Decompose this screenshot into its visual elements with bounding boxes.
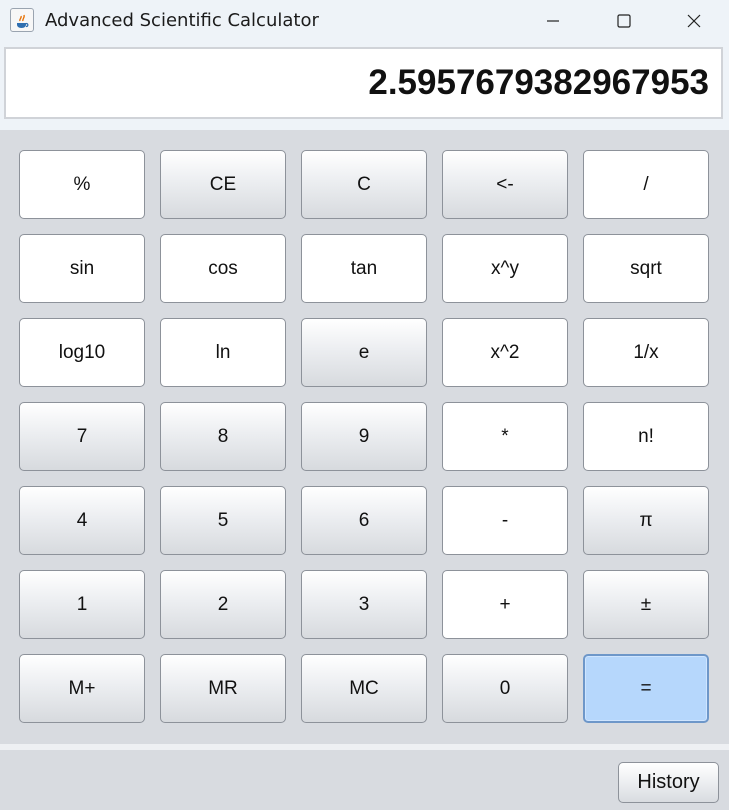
- display-value: 2.5957679382967953: [368, 63, 709, 102]
- memory-add-key[interactable]: M+: [19, 654, 145, 723]
- title-bar: Advanced Scientific Calculator: [0, 0, 729, 42]
- minimize-icon: [547, 20, 559, 22]
- digit-7-key[interactable]: 7: [19, 402, 145, 471]
- factorial-key[interactable]: n!: [583, 402, 709, 471]
- sin-key[interactable]: sin: [19, 234, 145, 303]
- digit-4-key[interactable]: 4: [19, 486, 145, 555]
- minimize-button[interactable]: [530, 0, 576, 42]
- history-button[interactable]: History: [618, 762, 719, 803]
- digit-8-key[interactable]: 8: [160, 402, 286, 471]
- maximize-icon: [617, 14, 631, 28]
- pi-key[interactable]: π: [583, 486, 709, 555]
- window-title: Advanced Scientific Calculator: [45, 10, 319, 31]
- divide-key[interactable]: /: [583, 150, 709, 219]
- multiply-key[interactable]: *: [442, 402, 568, 471]
- square-key[interactable]: x^2: [442, 318, 568, 387]
- footer-panel: History: [0, 750, 729, 810]
- equals-key[interactable]: =: [583, 654, 709, 723]
- log10-key[interactable]: log10: [19, 318, 145, 387]
- digit-1-key[interactable]: 1: [19, 570, 145, 639]
- digit-2-key[interactable]: 2: [160, 570, 286, 639]
- backspace-key[interactable]: <-: [442, 150, 568, 219]
- maximize-button[interactable]: [601, 0, 647, 42]
- cos-key[interactable]: cos: [160, 234, 286, 303]
- memory-clear-key[interactable]: MC: [301, 654, 427, 723]
- display-panel: 2.5957679382967953: [0, 42, 729, 130]
- clear-entry-key[interactable]: CE: [160, 150, 286, 219]
- add-key[interactable]: +: [442, 570, 568, 639]
- sqrt-key[interactable]: sqrt: [583, 234, 709, 303]
- reciprocal-key[interactable]: 1/x: [583, 318, 709, 387]
- java-app-icon[interactable]: [10, 8, 34, 32]
- result-display[interactable]: 2.5957679382967953: [4, 47, 723, 119]
- e-key[interactable]: e: [301, 318, 427, 387]
- percent-key[interactable]: %: [19, 150, 145, 219]
- digit-5-key[interactable]: 5: [160, 486, 286, 555]
- memory-recall-key[interactable]: MR: [160, 654, 286, 723]
- digit-0-key[interactable]: 0: [442, 654, 568, 723]
- subtract-key[interactable]: -: [442, 486, 568, 555]
- close-button[interactable]: [671, 0, 717, 42]
- clear-key[interactable]: C: [301, 150, 427, 219]
- keypad: % CE C <- / sin cos tan x^y sqrt log10 l…: [0, 130, 729, 744]
- close-icon: [687, 14, 701, 28]
- ln-key[interactable]: ln: [160, 318, 286, 387]
- digit-3-key[interactable]: 3: [301, 570, 427, 639]
- tan-key[interactable]: tan: [301, 234, 427, 303]
- digit-9-key[interactable]: 9: [301, 402, 427, 471]
- plus-minus-key[interactable]: ±: [583, 570, 709, 639]
- power-key[interactable]: x^y: [442, 234, 568, 303]
- digit-6-key[interactable]: 6: [301, 486, 427, 555]
